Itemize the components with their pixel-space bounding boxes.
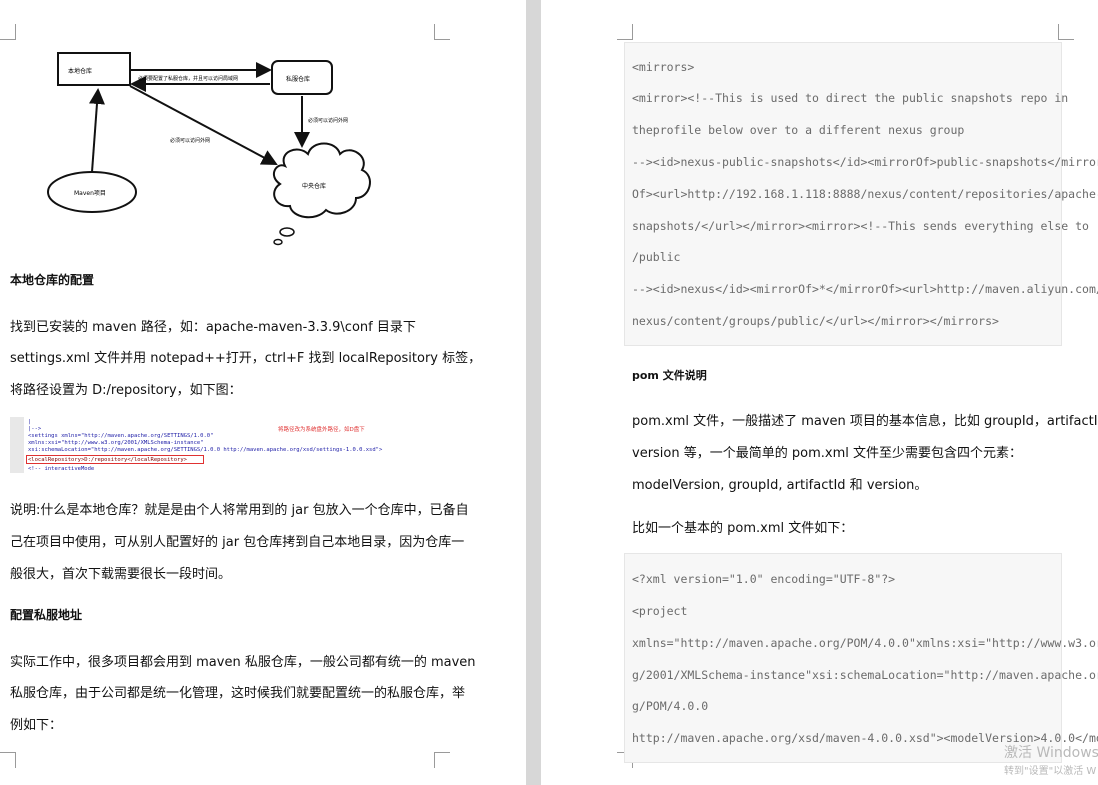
heading-pom-file: pom 文件说明 (632, 367, 707, 383)
paragraph-line: 比如一个基本的 pom.xml 文件如下： (632, 517, 853, 536)
code-line: <mirror><!--This is used to direct the p… (632, 91, 1068, 105)
code-line: theprofile below over to a different nex… (632, 123, 964, 137)
code-line: g/2001/XMLSchema-instance"xsi:schemaLoca… (632, 668, 1098, 682)
code-line: Of><url>http://192.168.1.118:8888/nexus/… (632, 187, 1098, 201)
code-line: <mirrors> (632, 60, 694, 74)
code-line: <?xml version="1.0" encoding="UTF-8"?> (632, 572, 895, 586)
paragraph-line: pom.xml 文件，一般描述了 maven 项目的基本信息，比如 groupI… (632, 410, 1098, 429)
code-line: <project (632, 604, 687, 618)
paragraph-line: modelVersion, groupId, artifactId 和 vers… (632, 474, 927, 493)
windows-activation-watermark: 激活 Windows (1004, 742, 1098, 762)
document-viewport[interactable]: 本地仓库 私服仓库 Maven项目 中央仓库 必须要配置了私服仓库，并且可以访问… (0, 0, 1098, 785)
code-line: /public (632, 250, 680, 264)
code-line: g/POM/4.0.0 (632, 699, 708, 713)
crop-mark (1058, 24, 1074, 40)
code-line: xmlns="http://maven.apache.org/POM/4.0.0… (632, 636, 1098, 650)
paragraph-line: version 等，一个最简单的 pom.xml 文件至少需要包含四个元素： (632, 442, 1022, 461)
windows-activation-subtext: 转到"设置"以激活 W (1004, 762, 1096, 777)
code-line: --><id>nexus</id><mirrorOf>*</mirrorOf><… (632, 282, 1098, 296)
code-line: snapshots/</url></mirror><mirror><!--Thi… (632, 219, 1089, 233)
code-line: nexus/content/groups/public/</url></mirr… (632, 314, 999, 328)
crop-mark (617, 24, 633, 40)
code-line: --><id>nexus-public-snapshots</id><mirro… (632, 155, 1098, 169)
